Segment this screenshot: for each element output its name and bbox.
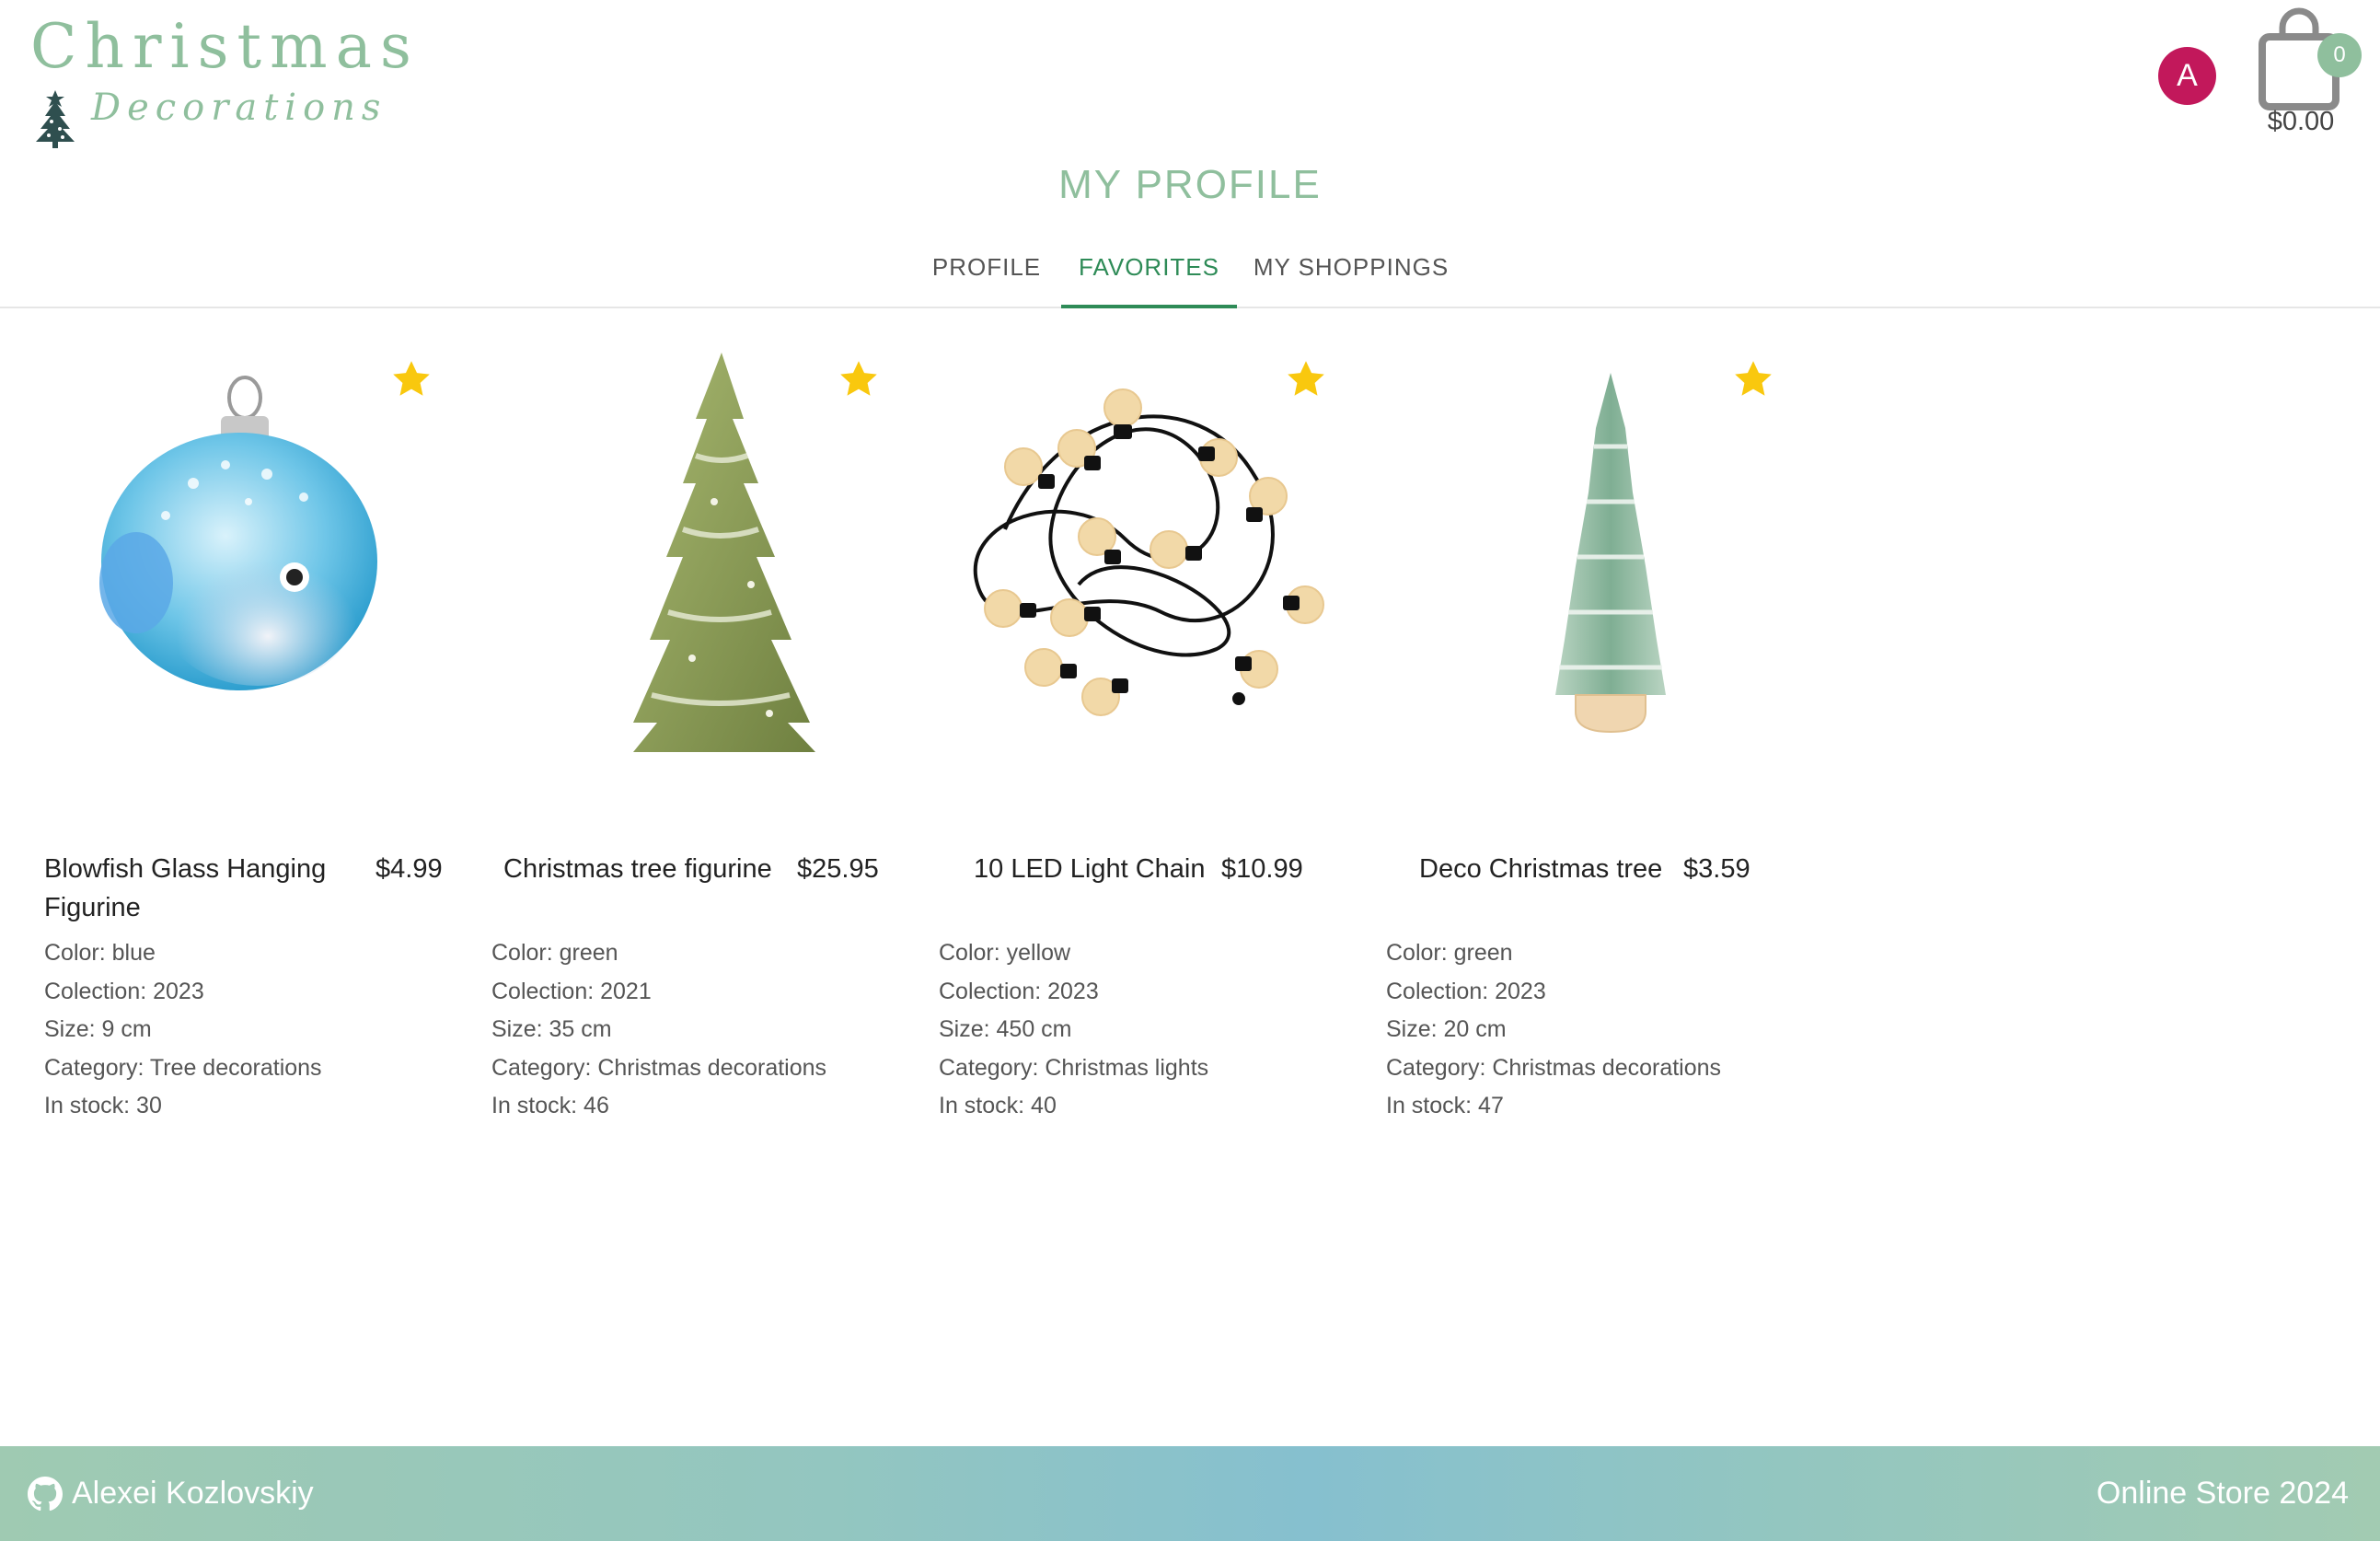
logo-subtitle: Decorations <box>91 87 387 129</box>
product-price: $3.59 <box>1683 854 1750 884</box>
product-name-line1: Deco Christmas tree <box>1419 854 1663 884</box>
product-name[interactable]: Blowfish Glass Hanging Figurine <box>44 850 326 927</box>
product-collection: Colection: 2021 <box>491 978 652 1004</box>
cart-total: $0.00 <box>2267 107 2335 136</box>
profile-tabs: PROFILE FAVORITES MY SHOPPINGS <box>0 235 2380 308</box>
product-color: Color: green <box>491 940 618 966</box>
product-category: Category: Christmas lights <box>939 1054 1209 1081</box>
product-name-line1: 10 LED Light Chain <box>974 854 1206 884</box>
product-size: Size: 450 cm <box>939 1016 1072 1042</box>
product-name-line1: Blowfish Glass Hanging <box>44 854 327 884</box>
product-size: Size: 35 cm <box>491 1016 612 1042</box>
product-card[interactable]: Deco Christmas tree $3.59 Color: green C… <box>1342 345 1789 1137</box>
product-name[interactable]: Deco Christmas tree <box>1419 850 1662 888</box>
site-logo[interactable]: Christmas Decorations <box>30 11 411 149</box>
product-price: $4.99 <box>375 854 443 884</box>
user-avatar[interactable]: A <box>2158 47 2216 105</box>
favorite-star-icon[interactable] <box>388 356 434 402</box>
page-title: MY PROFILE <box>1058 162 1322 207</box>
product-category: Category: Christmas decorations <box>491 1054 827 1081</box>
product-stock: In stock: 46 <box>491 1093 609 1118</box>
github-icon <box>28 1476 63 1511</box>
product-stock: In stock: 30 <box>44 1093 162 1118</box>
product-details: Color: yellow Colection: 2023 Size: 450 … <box>939 934 1208 1126</box>
product-image <box>633 353 815 752</box>
tab-favorites[interactable]: FAVORITES <box>1061 235 1237 308</box>
christmas-tree-icon <box>36 90 75 148</box>
product-details: Color: blue Colection: 2023 Size: 9 cm C… <box>44 934 322 1126</box>
product-image <box>973 388 1324 716</box>
product-category: Category: Christmas decorations <box>1386 1054 1722 1081</box>
product-price: $10.99 <box>1221 854 1303 884</box>
favorite-star-icon[interactable] <box>1730 356 1776 402</box>
footer-copyright: Online Store 2024 <box>2096 1476 2349 1511</box>
product-stock: In stock: 40 <box>939 1093 1057 1118</box>
product-color: Color: blue <box>44 940 156 966</box>
product-name-line2: Figurine <box>44 893 141 922</box>
favorite-star-icon[interactable] <box>836 356 882 402</box>
cart-count-badge: 0 <box>2317 33 2362 77</box>
product-name-line1: Christmas tree figurine <box>503 854 772 884</box>
product-stock: In stock: 47 <box>1386 1093 1504 1118</box>
tab-profile[interactable]: PROFILE <box>926 235 1047 308</box>
product-color: Color: yellow <box>939 940 1071 966</box>
product-details: Color: green Colection: 2021 Size: 35 cm… <box>491 934 826 1126</box>
site-footer: Alexei Kozlovskiy Online Store 2024 <box>0 1446 2380 1541</box>
product-card[interactable]: Blowfish Glass Hanging Figurine $4.99 Co… <box>0 345 447 1137</box>
product-image <box>1555 373 1666 734</box>
product-card[interactable]: Christmas tree figurine $25.95 Color: gr… <box>447 345 895 1137</box>
product-name[interactable]: 10 LED Light Chain <box>974 850 1206 888</box>
product-price: $25.95 <box>797 854 879 884</box>
product-category: Category: Tree decorations <box>44 1054 322 1081</box>
product-collection: Colection: 2023 <box>939 978 1099 1004</box>
product-color: Color: green <box>1386 940 1513 966</box>
cart-button[interactable]: 0 $0.00 <box>2255 7 2365 145</box>
author-name: Alexei Kozlovskiy <box>72 1476 314 1511</box>
product-details: Color: green Colection: 2023 Size: 20 cm… <box>1386 934 1721 1126</box>
avatar-letter: A <box>2177 58 2198 93</box>
product-collection: Colection: 2023 <box>44 978 204 1004</box>
product-card[interactable]: 10 LED Light Chain $10.99 Color: yellow … <box>895 345 1342 1137</box>
product-size: Size: 20 cm <box>1386 1016 1507 1042</box>
logo-title: Christmas <box>30 11 420 82</box>
favorite-star-icon[interactable] <box>1283 356 1329 402</box>
product-collection: Colection: 2023 <box>1386 978 1546 1004</box>
author-link[interactable]: Alexei Kozlovskiy <box>28 1446 314 1541</box>
product-size: Size: 9 cm <box>44 1016 152 1042</box>
tab-my-shoppings[interactable]: MY SHOPPINGS <box>1252 235 1450 308</box>
product-name[interactable]: Christmas tree figurine <box>503 850 772 888</box>
product-image <box>99 376 377 690</box>
